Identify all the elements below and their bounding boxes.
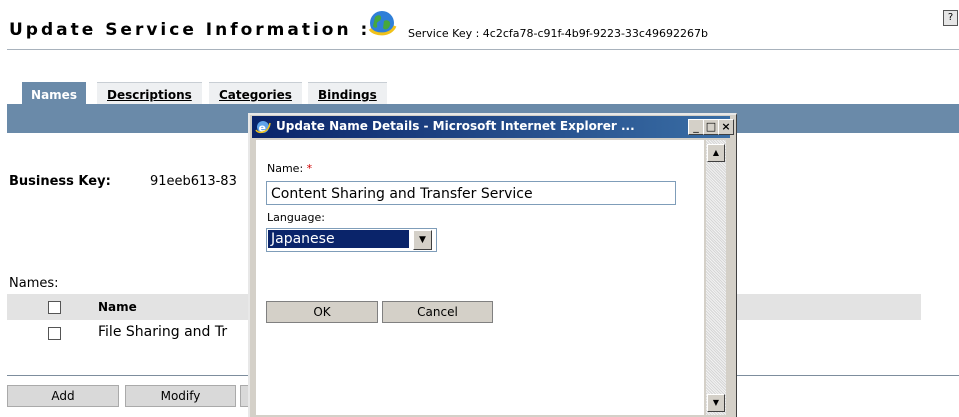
help-icon[interactable]: ?	[943, 10, 958, 26]
add-button[interactable]: Add	[7, 385, 119, 407]
header-divider	[7, 49, 959, 50]
tab-descriptions-label: Descriptions	[107, 88, 192, 102]
tab-names-label: Names	[31, 88, 77, 102]
required-mark: *	[306, 162, 313, 175]
chevron-down-icon[interactable]: ▼	[413, 230, 432, 250]
dialog-scrollbar[interactable]	[706, 140, 726, 415]
name-field-label: Name: *	[267, 162, 312, 175]
names-label: Names:	[9, 276, 59, 291]
scroll-up-arrow-icon[interactable]: ▲	[707, 144, 725, 162]
select-all-checkbox[interactable]	[48, 301, 61, 314]
dialog-title: Update Name Details - Microsoft Internet…	[276, 119, 635, 133]
language-label: Language:	[267, 211, 325, 224]
tab-descriptions[interactable]: Descriptions	[97, 82, 202, 105]
column-header-name: Name	[98, 300, 137, 314]
business-key-value: 91eeb613-83	[150, 174, 237, 189]
language-select-value: Japanese	[268, 230, 409, 248]
name-label-text: Name:	[267, 162, 304, 175]
globe-icon	[368, 11, 397, 36]
tab-bindings[interactable]: Bindings	[308, 82, 387, 105]
service-key: Service Key : 4c2cfa78-c91f-4b9f-9223-33…	[408, 27, 708, 40]
business-key-label: Business Key:	[9, 174, 111, 189]
ok-button[interactable]: OK	[266, 301, 378, 323]
internet-explorer-icon: e	[255, 121, 271, 135]
close-button[interactable]: ×	[718, 119, 734, 135]
tab-categories-label: Categories	[219, 88, 292, 102]
tab-names[interactable]: Names	[22, 82, 86, 105]
scroll-down-arrow-icon[interactable]: ▼	[707, 394, 725, 412]
table-row: File Sharing and Tr	[98, 324, 228, 340]
name-input[interactable]: Content Sharing and Transfer Service	[266, 181, 676, 205]
row-checkbox[interactable]	[48, 327, 61, 340]
maximize-button[interactable]: □	[703, 119, 719, 135]
tab-bindings-label: Bindings	[318, 88, 377, 102]
tab-categories[interactable]: Categories	[209, 82, 302, 105]
modify-button[interactable]: Modify	[125, 385, 236, 407]
page-title: Update Service Information :	[9, 20, 371, 40]
cancel-button[interactable]: Cancel	[382, 301, 493, 323]
minimize-button[interactable]: _	[688, 119, 704, 135]
